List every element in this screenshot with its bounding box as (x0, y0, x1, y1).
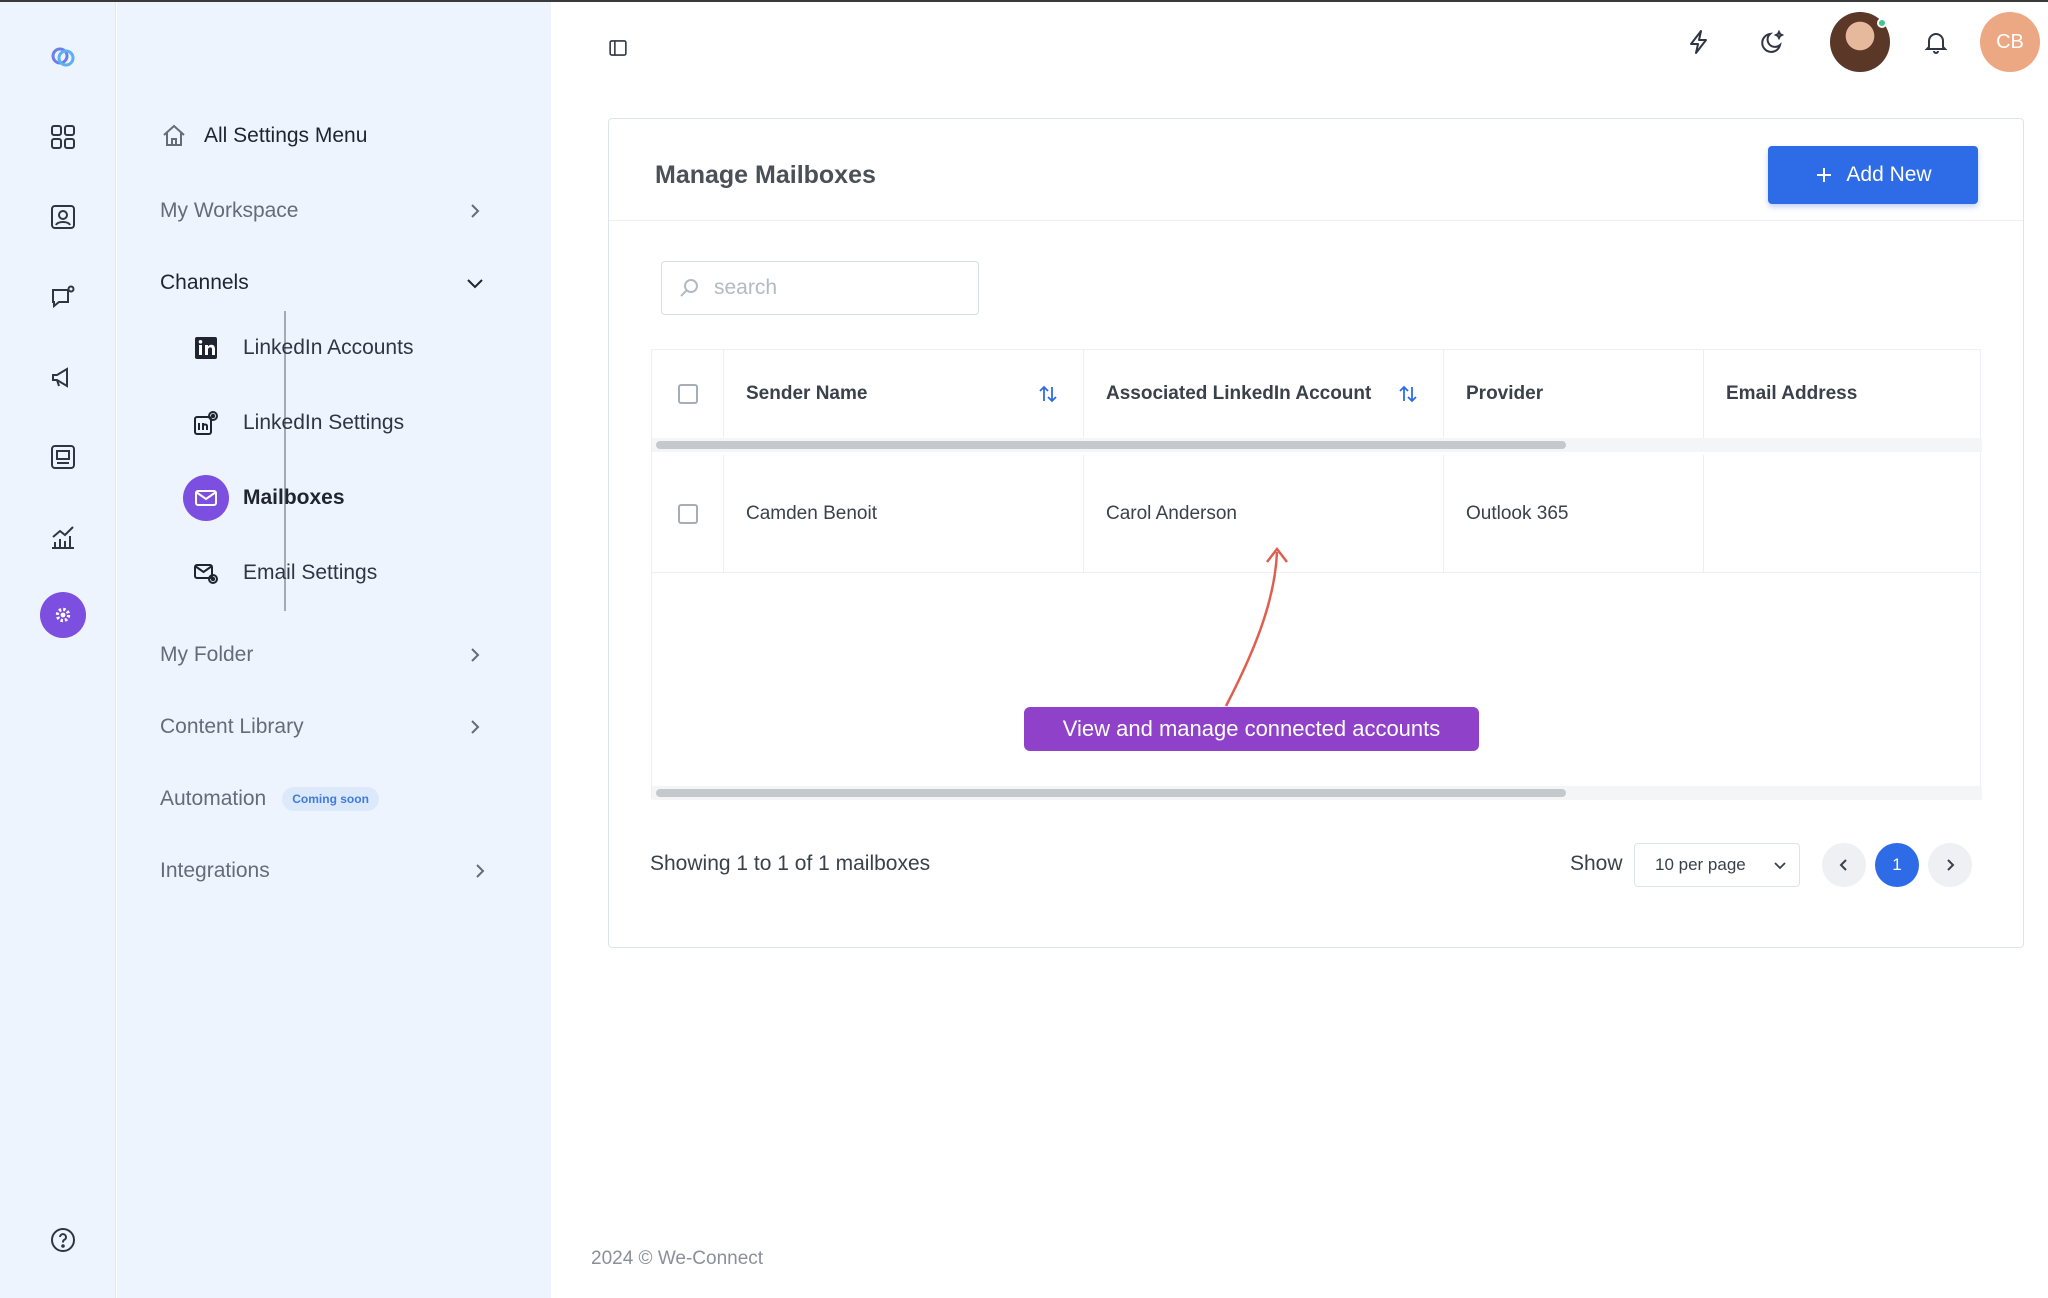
settings-menu: All Settings Menu My Workspace Channels … (117, 2, 551, 1298)
search-input[interactable] (712, 275, 952, 301)
sub-item-linkedin-accounts[interactable]: LinkedIn Accounts (183, 324, 413, 372)
show-label: Show (1570, 852, 1623, 875)
pagination-bar: Showing 1 to 1 of 1 mailboxes Show 10 pe… (650, 840, 1990, 890)
row-checkbox[interactable] (677, 503, 698, 524)
cell-sender-name: Camden Benoit (724, 455, 1084, 572)
next-page-button[interactable] (1928, 843, 1972, 887)
linkedin-account-header-label: Associated LinkedIn Account (1106, 383, 1372, 404)
search-box[interactable] (661, 261, 979, 315)
content-library-label: Content Library (160, 715, 304, 738)
all-settings-label: All Settings Menu (204, 124, 368, 147)
chevron-left-icon (1839, 859, 1847, 871)
column-header-linkedin-account[interactable]: Associated LinkedIn Account (1084, 350, 1444, 438)
linkedin-settings-icon (183, 400, 229, 446)
online-status-dot (1877, 18, 1887, 28)
mailboxes-label: Mailboxes (243, 486, 345, 509)
menu-item-channels[interactable]: Channels (160, 261, 500, 305)
per-page-value: 10 per page (1655, 855, 1746, 874)
email-settings-label: Email Settings (243, 561, 378, 584)
menu-item-automation[interactable]: Automation Coming soon (160, 777, 500, 821)
menu-item-integrations[interactable]: Integrations (160, 849, 505, 893)
page-title: Manage Mailboxes (655, 161, 876, 189)
theme-moon-icon[interactable] (1751, 20, 1795, 64)
settings-icon[interactable] (40, 592, 86, 638)
linkedin-icon (183, 325, 229, 371)
table-scrollbar-top[interactable] (652, 438, 1982, 452)
scrollbar-thumb[interactable] (656, 789, 1566, 797)
annotation-callout: View and manage connected accounts (1024, 707, 1479, 751)
column-header-email-address: Email Address (1704, 350, 1982, 438)
sender-name-header-label: Sender Name (746, 383, 868, 404)
table-scrollbar-bottom[interactable] (652, 786, 1982, 800)
my-folder-label: My Folder (160, 643, 254, 666)
card-header: Manage Mailboxes Add New (609, 119, 2023, 221)
messages-icon[interactable] (38, 272, 88, 322)
row-divider (652, 572, 1982, 573)
lightning-icon[interactable] (1677, 20, 1721, 64)
page-1-button[interactable]: 1 (1875, 843, 1919, 887)
column-header-provider: Provider (1444, 350, 1704, 438)
cell-linkedin-account: Carol Anderson (1084, 455, 1444, 572)
menu-item-my-workspace[interactable]: My Workspace (160, 189, 500, 233)
inbox-icon[interactable] (38, 432, 88, 482)
email-address-header-label: Email Address (1726, 383, 1858, 404)
contacts-icon[interactable] (38, 192, 88, 242)
chevron-down-icon (467, 279, 483, 289)
select-all-checkbox[interactable] (677, 384, 698, 404)
my-workspace-label: My Workspace (160, 199, 299, 222)
cell-email-address (1704, 455, 1982, 572)
chevron-right-icon (471, 204, 480, 218)
sidebar-toggle-icon[interactable] (596, 26, 640, 70)
home-icon (163, 124, 185, 146)
per-page-select[interactable]: 10 per page (1634, 843, 1800, 887)
automation-label: Automation (160, 787, 267, 810)
showing-count-text: Showing 1 to 1 of 1 mailboxes (650, 852, 931, 875)
search-icon (680, 279, 698, 297)
column-header-sender-name[interactable]: Sender Name (724, 350, 1084, 438)
manage-mailboxes-card: Manage Mailboxes Add New Sender Name Ass… (608, 118, 2024, 948)
chevron-right-icon (471, 720, 480, 734)
plus-icon (1817, 168, 1832, 182)
sort-icon[interactable] (1037, 383, 1059, 405)
bell-icon[interactable] (1914, 20, 1958, 64)
sub-item-email-settings[interactable]: Email Settings (183, 549, 377, 597)
chevron-right-icon (1947, 859, 1955, 871)
select-all-cell (652, 350, 724, 438)
coming-soon-badge: Coming soon (282, 787, 379, 811)
menu-item-content-library[interactable]: Content Library (160, 705, 500, 749)
menu-item-my-folder[interactable]: My Folder (160, 633, 500, 677)
channels-label: Channels (160, 271, 249, 294)
provider-header-label: Provider (1466, 383, 1544, 404)
dashboard-icon[interactable] (38, 112, 88, 162)
scrollbar-thumb[interactable] (656, 441, 1566, 449)
sub-item-linkedin-settings[interactable]: LinkedIn Settings (183, 399, 404, 447)
mail-icon (183, 475, 229, 521)
icon-rail (0, 2, 116, 1298)
help-icon[interactable] (38, 1215, 88, 1265)
integrations-label: Integrations (160, 859, 270, 882)
chevron-down-icon (1774, 862, 1786, 870)
previous-page-button[interactable] (1822, 843, 1866, 887)
cell-provider: Outlook 365 (1444, 455, 1704, 572)
email-settings-icon (183, 550, 229, 596)
logo-icon[interactable] (38, 32, 88, 82)
chevron-right-icon (476, 864, 485, 878)
sort-icon[interactable] (1397, 383, 1419, 405)
footer-copyright: 2024 © We-Connect (591, 1248, 764, 1269)
chevron-right-icon (471, 648, 480, 662)
add-new-button[interactable]: Add New (1768, 146, 1978, 204)
sub-item-mailboxes[interactable]: Mailboxes (183, 474, 345, 522)
row-select-cell (652, 455, 724, 572)
analytics-icon[interactable] (38, 512, 88, 562)
linkedin-accounts-label: LinkedIn Accounts (243, 336, 414, 359)
user-avatar-initials[interactable]: CB (1980, 12, 2040, 72)
all-settings-menu-link[interactable]: All Settings Menu (160, 114, 500, 158)
add-new-label: Add New (1846, 163, 1932, 186)
linkedin-settings-label: LinkedIn Settings (243, 411, 405, 434)
campaign-megaphone-icon[interactable] (38, 352, 88, 402)
